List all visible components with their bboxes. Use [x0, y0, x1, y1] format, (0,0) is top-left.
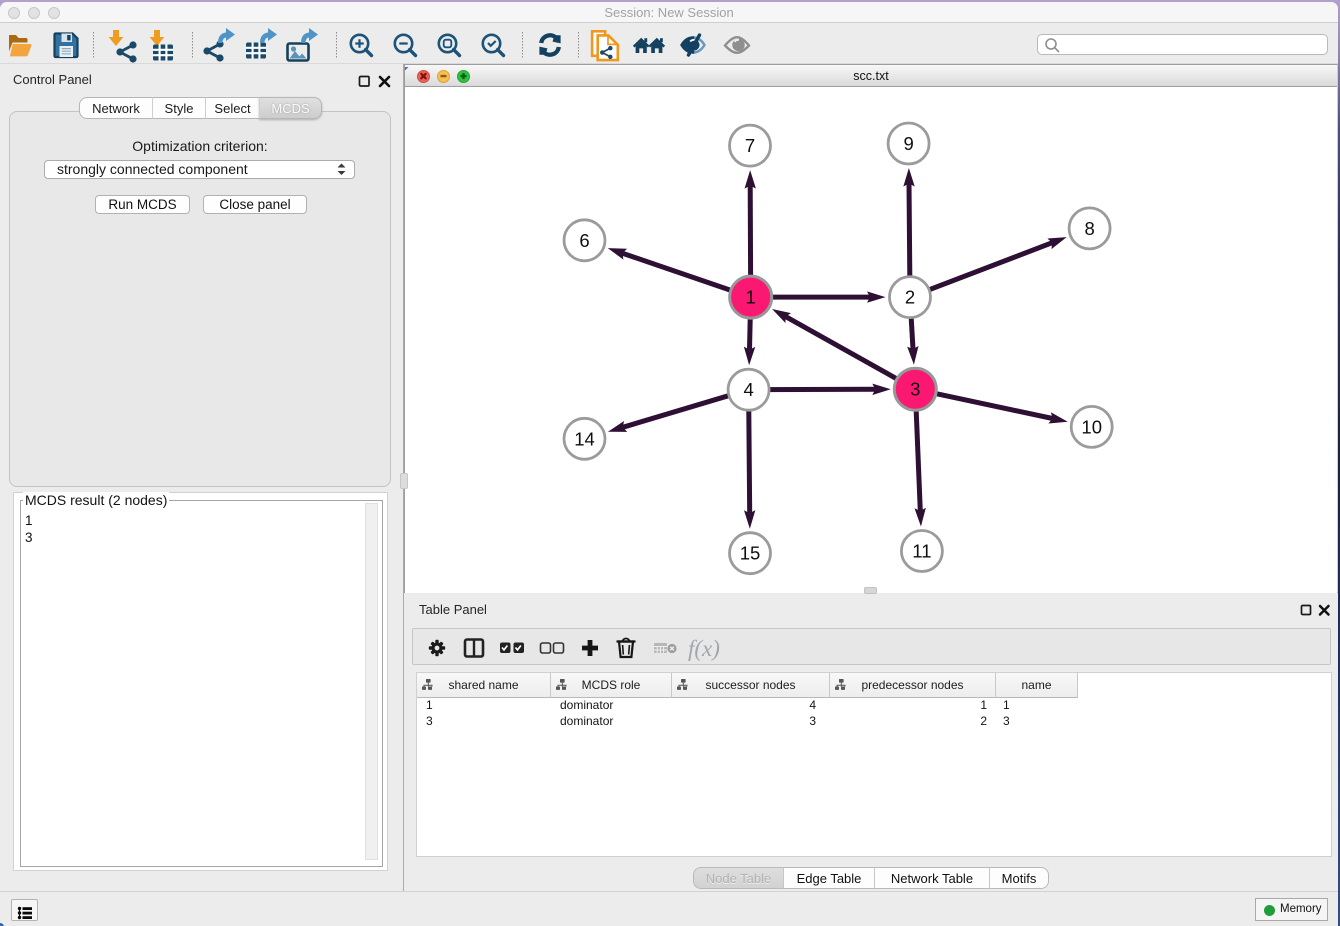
svg-text:9: 9	[903, 133, 913, 154]
svg-text:10: 10	[1081, 416, 1102, 437]
svg-text:11: 11	[912, 541, 931, 562]
svg-text:3: 3	[910, 379, 920, 400]
svg-text:8: 8	[1084, 218, 1094, 239]
svg-text:7: 7	[745, 135, 755, 156]
svg-text:1: 1	[746, 287, 756, 308]
svg-text:4: 4	[743, 379, 753, 400]
svg-text:6: 6	[579, 230, 589, 251]
svg-text:2: 2	[905, 287, 915, 308]
svg-text:15: 15	[740, 543, 761, 564]
svg-text:14: 14	[574, 428, 595, 449]
svg-text:f(x): f(x)	[688, 636, 720, 661]
